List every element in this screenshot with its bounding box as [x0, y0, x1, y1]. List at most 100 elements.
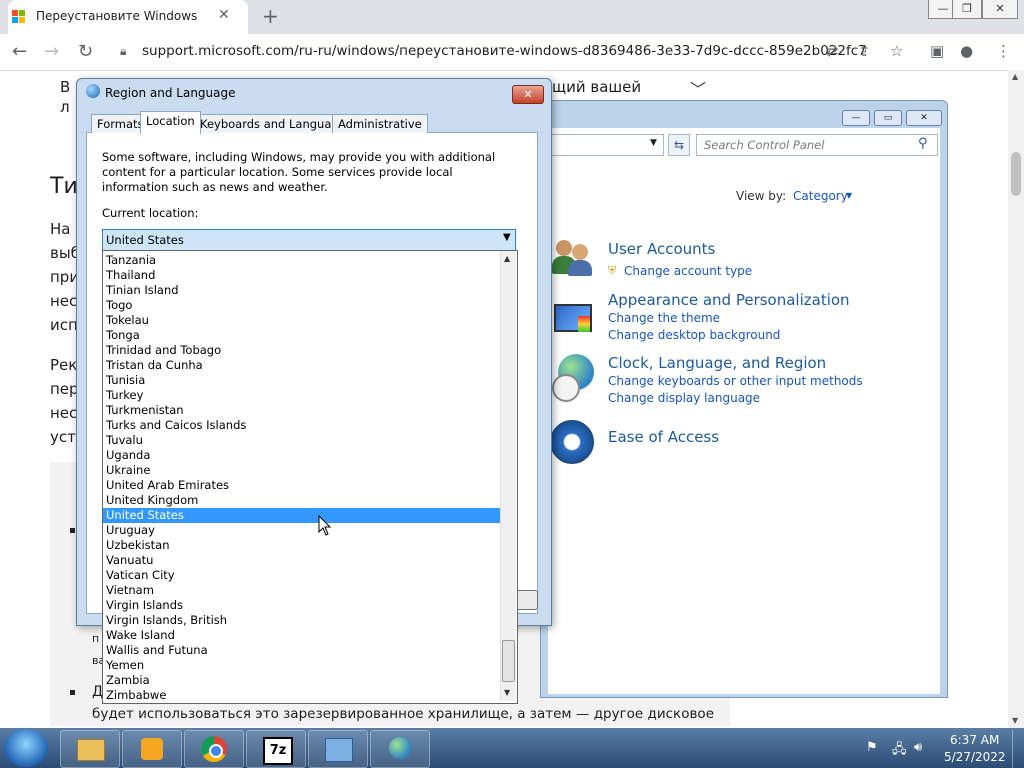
location-list-item[interactable]: Tonga [103, 328, 500, 343]
tab-close-icon[interactable]: ✕ [218, 7, 230, 23]
location-list-item[interactable]: Turks and Caicos Islands [103, 418, 500, 433]
bookmark-star-icon[interactable]: ☆ [890, 42, 903, 60]
network-icon[interactable]: 🖧︎ [892, 740, 907, 762]
search-icon[interactable]: ⚲ [918, 136, 928, 151]
control-panel-taskbar-button[interactable] [308, 730, 368, 768]
side-panel-icon[interactable]: ▣ [930, 42, 944, 60]
location-list-item[interactable]: Zimbabwe [103, 688, 500, 703]
chrome-taskbar-button[interactable] [184, 730, 244, 768]
explorer-taskbar-button[interactable] [60, 730, 120, 768]
location-list-item[interactable]: Ukraine [103, 463, 500, 478]
page-scrollbar-thumb[interactable] [1011, 152, 1021, 196]
tab-location[interactable]: Location [140, 111, 201, 134]
location-list-item[interactable]: Wake Island [103, 628, 500, 643]
scroll-up-icon[interactable]: ▲ [1012, 72, 1018, 81]
location-list-item[interactable]: Tristan da Cunha [103, 358, 500, 373]
view-by-dropdown[interactable]: Category [793, 189, 848, 203]
page-heading: Ти [50, 174, 78, 199]
back-icon[interactable]: ← [12, 41, 27, 62]
location-list-item[interactable]: Vatican City [103, 568, 500, 583]
location-list-item[interactable]: Uzbekistan [103, 538, 500, 553]
current-location-value: United States [106, 233, 184, 247]
uac-shield-icon: ⛨ [608, 264, 617, 277]
location-list-item[interactable]: Togo [103, 298, 500, 313]
start-button[interactable] [4, 729, 48, 767]
region-dialog-taskbar-button[interactable] [370, 730, 430, 768]
location-list-item[interactable]: Tanzania [103, 253, 500, 268]
location-list-item[interactable]: Zambia [103, 673, 500, 688]
location-list-item[interactable]: United Kingdom [103, 493, 500, 508]
appearance-icon[interactable] [552, 298, 596, 338]
link-change-keyboards[interactable]: Change keyboards or other input methods [608, 374, 863, 388]
location-list-item[interactable]: Virgin Islands [103, 598, 500, 613]
category-appearance[interactable]: Appearance and Personalization [608, 291, 850, 309]
chevron-down-icon[interactable]: ▼ [846, 191, 852, 200]
list-scrollbar-thumb[interactable] [502, 640, 515, 682]
window-close-button[interactable]: ✕ [982, 0, 1018, 19]
reload-icon[interactable]: ↻ [78, 41, 93, 62]
show-desktop-button[interactable] [1012, 730, 1024, 768]
ease-of-access-icon[interactable] [550, 420, 594, 464]
dialog-button[interactable] [516, 590, 538, 610]
location-list-item[interactable]: Trinidad and Tobago [103, 343, 500, 358]
chevron-down-icon[interactable]: ▼ [503, 232, 511, 243]
share-icon[interactable]: ⇪ [858, 42, 871, 60]
chevron-down-icon[interactable]: ▼ [650, 138, 657, 148]
media-player-taskbar-button[interactable] [122, 730, 182, 768]
7zip-taskbar-button[interactable]: 7z [246, 730, 306, 768]
cp-address-bar[interactable] [548, 134, 664, 156]
cp-close-button[interactable]: ✕ [906, 110, 942, 126]
location-list-item[interactable]: Tuvalu [103, 433, 500, 448]
location-list-items: Tanzania Thailand Tinian Island Togo Tokelau… [103, 253, 500, 703]
volume-icon[interactable]: 🔊︎ [914, 740, 922, 755]
scroll-down-icon[interactable]: ▼ [504, 688, 510, 697]
refresh-icon[interactable]: ⇆ [668, 134, 690, 156]
link-change-account-type[interactable]: Change account type [624, 264, 752, 278]
link-change-desktop-background[interactable]: Change desktop background [608, 328, 780, 342]
profile-avatar-icon[interactable]: ● [960, 42, 973, 60]
location-dropdown-list[interactable]: Tanzania Thailand Tinian Island Togo Tokelau… [102, 250, 518, 704]
location-list-item[interactable]: Uruguay [103, 523, 500, 538]
bullet [70, 528, 75, 533]
new-tab-button[interactable]: + [262, 4, 279, 28]
location-list-item[interactable]: Virgin Islands, British [103, 613, 500, 628]
clock-time[interactable]: 6:37 AM [950, 733, 999, 747]
link-change-display-language[interactable]: Change display language [608, 391, 760, 405]
location-list-item[interactable]: Uganda [103, 448, 500, 463]
clock-date[interactable]: 5/27/2022 [944, 750, 1006, 764]
clock-globe-icon[interactable] [552, 354, 596, 402]
location-list-item[interactable]: United Arab Emirates [103, 478, 500, 493]
scroll-down-icon[interactable]: ▼ [1012, 716, 1018, 725]
page-text: л [60, 98, 70, 116]
location-list-item[interactable]: United States [103, 508, 500, 523]
location-list-item[interactable]: Tokelau [103, 313, 500, 328]
forward-icon[interactable]: → [44, 41, 59, 62]
dialog-close-button[interactable]: ✕ [512, 85, 544, 104]
tab-administrative[interactable]: Administrative [332, 114, 428, 133]
cp-minimize-button[interactable]: — [842, 110, 870, 126]
location-list-item[interactable]: Vanuatu [103, 553, 500, 568]
cp-maximize-button[interactable]: ▭ [874, 110, 902, 126]
category-clock-language-region[interactable]: Clock, Language, and Region [608, 354, 826, 372]
location-list-item[interactable]: Turkey [103, 388, 500, 403]
translate-icon[interactable]: ⇄ [826, 42, 839, 60]
action-center-icon[interactable]: ⚑ [866, 740, 878, 755]
list-scrollbar[interactable] [500, 251, 516, 701]
location-list-item[interactable]: Tinian Island [103, 283, 500, 298]
users-icon[interactable] [552, 238, 596, 278]
scroll-up-icon[interactable]: ▲ [504, 254, 510, 263]
category-ease-of-access[interactable]: Ease of Access [608, 428, 719, 446]
url-text[interactable]: support.microsoft.com/ru-ru/windows/пере… [142, 43, 867, 59]
location-list-item[interactable]: Yemen [103, 658, 500, 673]
lock-icon[interactable]: 🔒︎ [120, 44, 126, 59]
location-list-item[interactable]: Thailand [103, 268, 500, 283]
location-list-item[interactable]: Turkmenistan [103, 403, 500, 418]
location-list-item[interactable]: Wallis and Futuna [103, 643, 500, 658]
link-change-theme[interactable]: Change the theme [608, 311, 720, 325]
maximize-button[interactable]: ❐ [952, 0, 982, 19]
location-list-item[interactable]: Tunisia [103, 373, 500, 388]
location-list-item[interactable]: Vietnam [103, 583, 500, 598]
category-user-accounts[interactable]: User Accounts [608, 240, 715, 258]
chevron-down-icon[interactable]: ﹀ [690, 76, 706, 100]
menu-kebab-icon[interactable]: ⋮ [996, 42, 1011, 60]
